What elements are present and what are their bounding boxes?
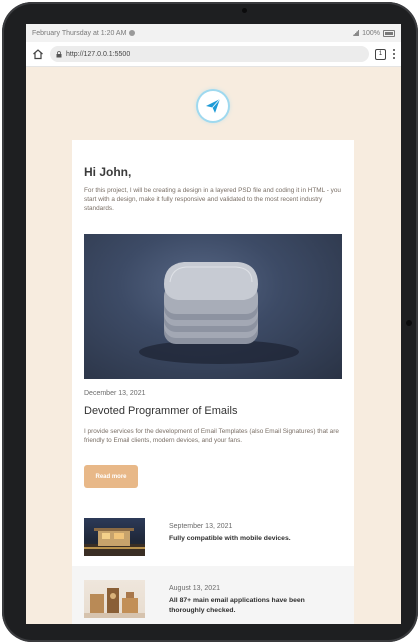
list-item-thumbnail — [84, 580, 145, 618]
featured-title: Devoted Programmer of Emails — [84, 405, 238, 417]
address-bar[interactable]: http://127.0.0.1:5500 — [50, 46, 369, 62]
screen: February Thursday at 1:20 AM 100% http:/… — [26, 24, 401, 624]
side-sensor — [406, 320, 412, 326]
email-page: Hi John, For this project, I will be cre… — [26, 67, 401, 624]
front-camera — [242, 8, 247, 13]
home-icon[interactable] — [32, 48, 44, 60]
list-item-date: September 13, 2021 — [169, 523, 233, 530]
notification-icon — [129, 30, 136, 36]
intro-text: For this project, I will be creating a d… — [84, 187, 341, 212]
list-item[interactable]: September 13, 2021 Fully compatible with… — [72, 508, 354, 562]
battery-percent: 100% — [362, 29, 380, 37]
tabs-icon[interactable]: 1 — [375, 48, 386, 60]
list-item-title: All 87+ main email applications have bee… — [169, 597, 305, 614]
list-item-date: August 13, 2021 — [169, 585, 220, 592]
browser-toolbar: http://127.0.0.1:5500 1 — [26, 42, 401, 67]
list-item[interactable]: August 13, 2021 All 87+ main email appli… — [72, 566, 354, 624]
kebab-menu-icon[interactable] — [392, 49, 395, 59]
featured-description: I provide services for the development o… — [84, 428, 339, 444]
list-item-thumbnail — [84, 518, 145, 556]
url-text: http://127.0.0.1:5500 — [66, 50, 131, 58]
read-more-button[interactable]: Read more — [84, 465, 138, 488]
signal-icon — [352, 30, 360, 36]
greeting: Hi John, — [84, 165, 132, 179]
status-datetime: February Thursday at 1:20 AM — [32, 29, 127, 37]
tablet-frame: February Thursday at 1:20 AM 100% http:/… — [2, 2, 418, 642]
email-card: Hi John, For this project, I will be cre… — [72, 140, 354, 624]
featured-date: December 13, 2021 — [84, 390, 146, 397]
battery-icon — [383, 29, 395, 37]
list-item-title: Fully compatible with mobile devices. — [169, 535, 291, 542]
status-bar: February Thursday at 1:20 AM 100% — [26, 24, 401, 42]
hero-image — [84, 234, 342, 379]
lock-icon — [56, 50, 62, 58]
paper-plane-icon — [198, 91, 228, 121]
